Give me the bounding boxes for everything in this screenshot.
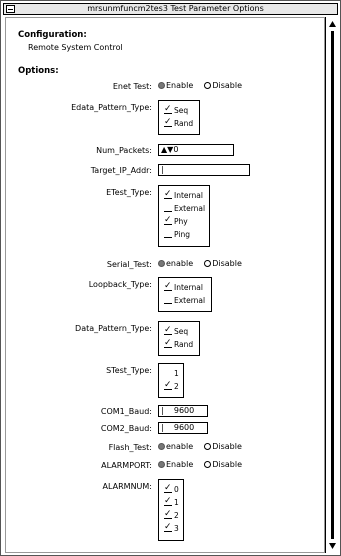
serial-test-label: Serial_Test: bbox=[106, 260, 152, 269]
checkbox-unchecked-icon bbox=[164, 296, 172, 304]
alarmnum-list: 0 1 2 3 bbox=[158, 479, 184, 541]
data-pattern-label: Data_Pattern_Type: bbox=[75, 324, 152, 333]
edata-pattern-label: Edata_Pattern_Type: bbox=[71, 103, 152, 112]
com1-baud-label: COM1_Baud: bbox=[100, 407, 152, 416]
window-menu-icon[interactable] bbox=[6, 5, 15, 13]
flash-test-enable-label: enable bbox=[166, 442, 194, 451]
etest-type-phy[interactable]: Phy bbox=[164, 214, 204, 228]
com2-baud-label: COM2_Baud: bbox=[100, 424, 152, 433]
alarmnum-label: ALARMNUM: bbox=[102, 482, 152, 491]
data-pattern-rand[interactable]: Rand bbox=[164, 337, 194, 351]
enet-test-label: Enet Test: bbox=[112, 82, 152, 91]
stest-type-list: 1 2 bbox=[158, 363, 184, 398]
checkbox-checked-icon bbox=[164, 324, 172, 337]
loopback-type-list: Internal External bbox=[158, 277, 212, 312]
enet-test-enable-radio[interactable] bbox=[158, 82, 165, 89]
checkbox-checked-icon bbox=[164, 337, 172, 350]
checkbox-checked-icon bbox=[164, 103, 172, 116]
alarmnum-3[interactable]: 3 bbox=[164, 521, 179, 535]
options-panel: Configuration: Remote System Control Opt… bbox=[5, 17, 325, 553]
data-pattern-list: Seq Rand bbox=[158, 321, 200, 356]
checkbox-blank-icon bbox=[164, 369, 172, 377]
configuration-heading: Configuration: bbox=[18, 30, 87, 40]
checkbox-checked-icon bbox=[164, 280, 172, 293]
field-prefix-icon: | bbox=[161, 423, 174, 432]
alarmport-disable-label: Disable bbox=[212, 460, 243, 469]
checkbox-checked-icon bbox=[164, 379, 172, 392]
serial-test-enable-radio[interactable] bbox=[158, 260, 165, 267]
flash-test-enable-radio[interactable] bbox=[158, 443, 165, 450]
enet-test-enable-label: Enable bbox=[166, 81, 194, 90]
flash-test-disable-radio[interactable] bbox=[204, 443, 212, 450]
configuration-value: Remote System Control bbox=[28, 43, 123, 52]
flash-test-label: Flash_Test: bbox=[108, 443, 152, 452]
etest-type-ping[interactable]: Ping bbox=[164, 228, 204, 241]
alarmport-label: ALARMPORT: bbox=[101, 461, 152, 470]
flash-test-radio-group: enable Disable bbox=[158, 442, 242, 451]
etest-type-list: Internal External Phy Ping bbox=[158, 185, 210, 247]
checkbox-checked-icon bbox=[164, 482, 172, 495]
num-packets-field[interactable]: ▲▼0 bbox=[158, 144, 234, 156]
checkbox-checked-icon bbox=[164, 495, 172, 508]
enet-test-disable-radio[interactable] bbox=[204, 82, 212, 89]
etest-type-internal[interactable]: Internal bbox=[164, 188, 204, 202]
checkbox-checked-icon bbox=[164, 188, 172, 201]
test-options-window: mrsunmfuncm2tes3 Test Parameter Options … bbox=[0, 0, 341, 556]
spin-up-down-icon[interactable]: ▲▼ bbox=[161, 145, 173, 154]
stest-type-2[interactable]: 2 bbox=[164, 379, 179, 393]
vertical-scrollbar[interactable] bbox=[325, 17, 338, 553]
loopback-type-label: Loopback_Type: bbox=[88, 280, 152, 289]
num-packets-label: Num_Packets: bbox=[96, 146, 152, 155]
alarmport-enable-radio[interactable] bbox=[158, 461, 165, 468]
target-ip-field[interactable]: | bbox=[158, 164, 250, 176]
checkbox-checked-icon bbox=[164, 508, 172, 521]
scroll-thumb[interactable] bbox=[331, 31, 334, 539]
window-title: mrsunmfuncm2tes3 Test Parameter Options bbox=[87, 4, 264, 13]
enet-test-radio-group: Enable Disable bbox=[158, 81, 242, 90]
target-ip-label: Target_IP_Addr: bbox=[90, 166, 152, 175]
loopback-type-external[interactable]: External bbox=[164, 294, 206, 307]
serial-test-disable-radio[interactable] bbox=[204, 260, 212, 267]
checkbox-unchecked-icon bbox=[164, 204, 172, 212]
alarmport-radio-group: Enable Disable bbox=[158, 460, 242, 469]
checkbox-checked-icon bbox=[164, 214, 172, 227]
com2-baud-field[interactable]: | 9600 bbox=[158, 422, 208, 434]
checkbox-unchecked-icon bbox=[164, 230, 172, 238]
checkbox-checked-icon bbox=[164, 116, 172, 129]
stest-type-label: STest_Type: bbox=[106, 366, 152, 375]
alarmport-enable-label: Enable bbox=[166, 460, 194, 469]
field-prefix-icon: | bbox=[161, 406, 174, 415]
loopback-type-internal[interactable]: Internal bbox=[164, 280, 206, 294]
com1-baud-field[interactable]: | 9600 bbox=[158, 405, 208, 417]
serial-test-enable-label: enable bbox=[166, 259, 194, 268]
etest-type-label: ETest_Type: bbox=[106, 188, 152, 197]
edata-pattern-rand[interactable]: Rand bbox=[164, 116, 194, 130]
title-bar[interactable]: mrsunmfuncm2tes3 Test Parameter Options bbox=[3, 3, 338, 15]
enet-test-disable-label: Disable bbox=[212, 81, 243, 90]
scroll-up-arrow-icon[interactable] bbox=[329, 21, 336, 27]
flash-test-disable-label: Disable bbox=[212, 442, 242, 451]
alarmport-disable-radio[interactable] bbox=[204, 461, 212, 468]
options-heading: Options: bbox=[18, 66, 59, 76]
checkbox-checked-icon bbox=[164, 521, 172, 534]
edata-pattern-list: Seq Rand bbox=[158, 100, 200, 135]
serial-test-disable-label: Disable bbox=[212, 259, 242, 268]
scroll-down-arrow-icon[interactable] bbox=[329, 543, 336, 549]
serial-test-radio-group: enable Disable bbox=[158, 259, 242, 268]
